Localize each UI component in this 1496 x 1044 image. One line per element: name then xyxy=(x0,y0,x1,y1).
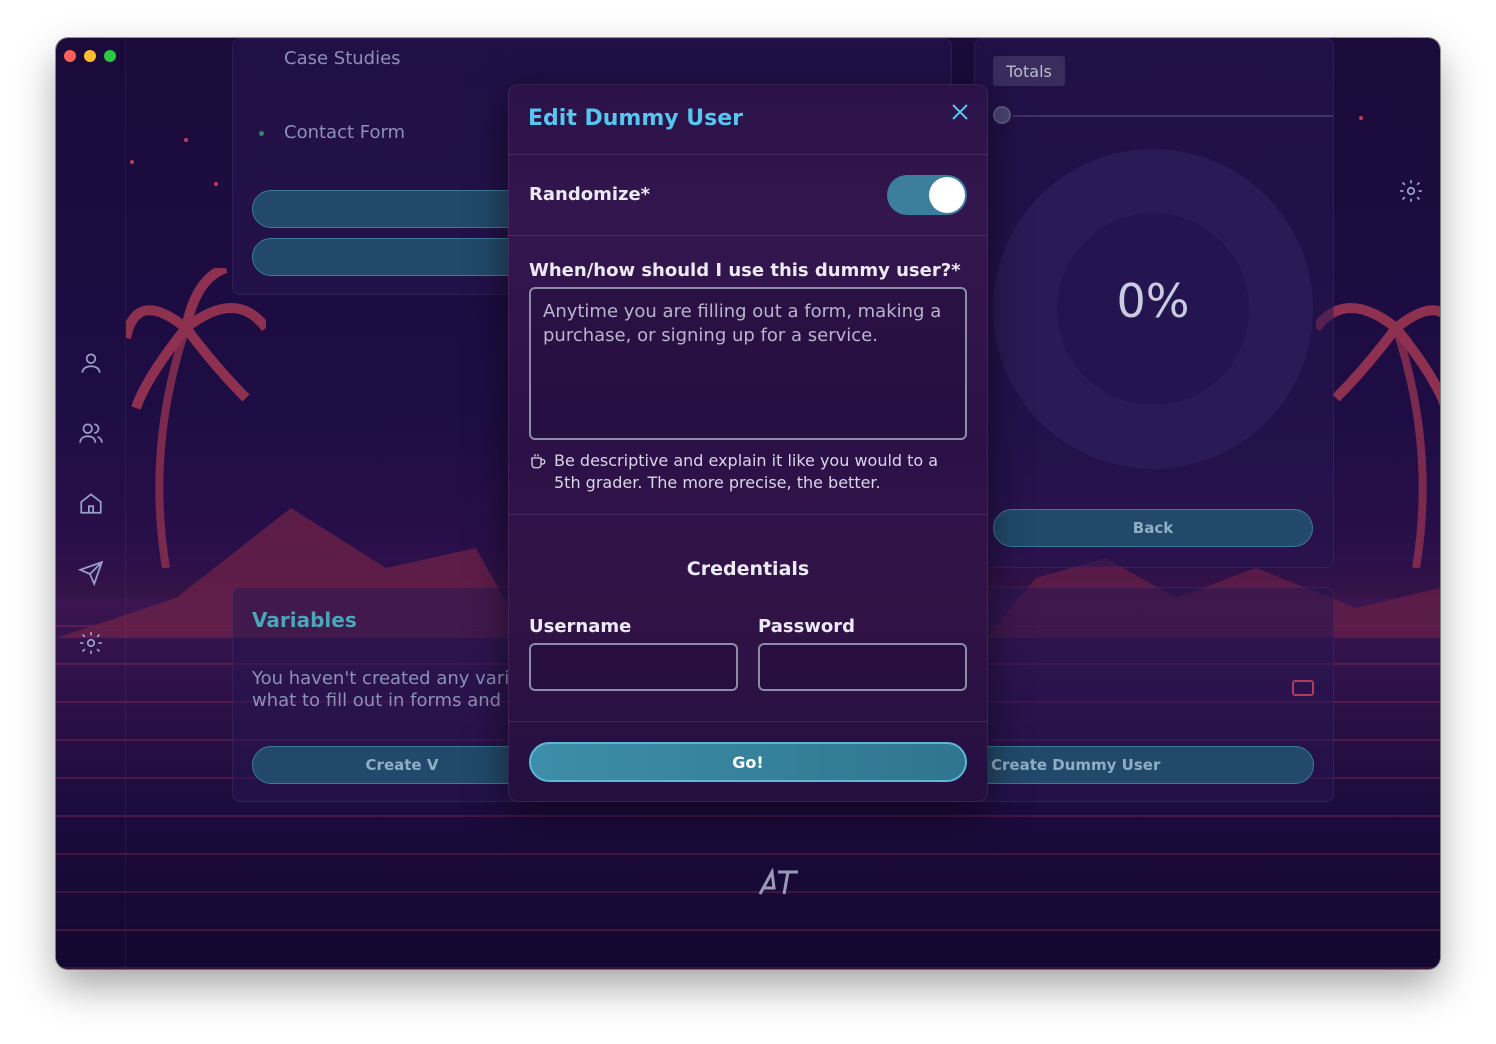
variables-title: Variables xyxy=(252,608,357,632)
credentials-title: Credentials xyxy=(686,558,810,580)
sidebar xyxy=(56,38,126,969)
slider-track xyxy=(1013,115,1333,117)
users-icon[interactable] xyxy=(78,420,104,446)
username-label: Username xyxy=(529,616,632,637)
randomize-toggle[interactable] xyxy=(887,175,967,215)
slider-handle[interactable] xyxy=(993,106,1011,124)
palm-tree-left xyxy=(126,268,266,568)
logo-mark xyxy=(758,867,798,895)
username-field[interactable] xyxy=(529,643,738,691)
randomize-label: Randomize* xyxy=(529,184,651,205)
user-icon[interactable] xyxy=(78,350,104,376)
coffee-icon xyxy=(529,452,547,470)
send-icon[interactable] xyxy=(77,560,104,587)
list-item[interactable]: Contact Form xyxy=(284,122,405,143)
delete-icon[interactable] xyxy=(1292,680,1314,696)
variables-text: You haven't created any varia xyxy=(252,668,521,689)
create-dummy-user-button[interactable]: Create Dummy User xyxy=(942,746,1314,784)
home-icon[interactable] xyxy=(78,490,104,516)
usage-hint: Be descriptive and explain it like you w… xyxy=(554,451,939,492)
list-item[interactable]: Case Studies xyxy=(284,48,401,69)
close-icon[interactable] xyxy=(948,100,972,124)
divider xyxy=(508,154,988,155)
back-button[interactable]: Back xyxy=(993,509,1313,547)
app-logo xyxy=(758,867,802,903)
totals-label: Totals xyxy=(993,56,1065,86)
app-window: Case Studies Contact Form Totals 0% Back… xyxy=(56,38,1440,969)
divider xyxy=(508,514,988,515)
settings-gear-icon[interactable] xyxy=(1398,178,1424,204)
create-variable-button[interactable]: Create V xyxy=(252,746,552,784)
status-dot xyxy=(259,131,264,136)
modal-title: Edit Dummy User xyxy=(528,106,743,131)
toggle-knob xyxy=(929,177,965,213)
password-label: Password xyxy=(758,616,856,637)
palm-tree-right xyxy=(1316,303,1440,568)
usage-textarea[interactable]: Anytime you are filling out a form, maki… xyxy=(529,287,967,440)
background-button[interactable] xyxy=(252,238,552,276)
usage-label: When/how should I use this dummy user?* xyxy=(529,260,961,281)
password-field[interactable] xyxy=(758,643,967,691)
background-button[interactable] xyxy=(252,190,552,228)
gear-icon[interactable] xyxy=(78,630,104,656)
divider xyxy=(508,235,988,236)
variables-text: what to fill out in forms and a xyxy=(252,690,518,711)
percent-value: 0% xyxy=(1116,274,1190,328)
go-button[interactable]: Go! xyxy=(529,742,967,782)
divider xyxy=(508,721,988,722)
